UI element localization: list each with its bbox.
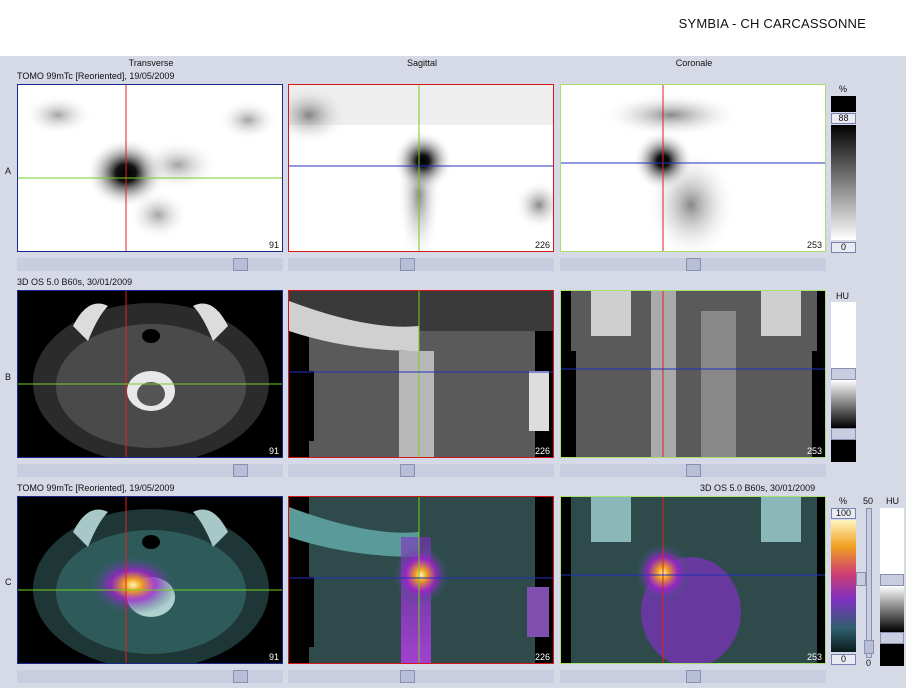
- fusion-sagittal-image: [289, 497, 553, 663]
- colorbar-b-top: [831, 302, 856, 368]
- row-c-label: C: [5, 577, 12, 587]
- viewport-c-sagittal[interactable]: 226: [288, 496, 554, 664]
- scrollbar-b-coronal[interactable]: [560, 464, 826, 477]
- site-label: SYMBIA - CH CARCASSONNE: [678, 16, 866, 31]
- colorbar-a-max[interactable]: 88: [831, 113, 856, 124]
- colorbar-b-window-lower[interactable]: [831, 428, 856, 440]
- scrollbar-b-transverse[interactable]: [17, 464, 283, 477]
- scrollbar-c-coronal[interactable]: [560, 670, 826, 683]
- colorbar-c-hu-value: 50: [863, 496, 874, 506]
- colorbar-b-window-upper[interactable]: [831, 368, 856, 380]
- colorbar-c-hu-window-lower[interactable]: [880, 632, 904, 644]
- column-header-coronal: Coronale: [675, 58, 713, 68]
- scrollbar-a-coronal[interactable]: [560, 258, 826, 271]
- row-b-info: 3D OS 5.0 B60s, 30/01/2009: [17, 277, 133, 287]
- viewport-b-sagittal[interactable]: 226: [288, 290, 554, 458]
- blend-slider-thumb[interactable]: [864, 640, 874, 654]
- colorbar-c-min[interactable]: 0: [831, 654, 856, 665]
- colorbar-a-min[interactable]: 0: [831, 242, 856, 253]
- scrollbar-c-transverse[interactable]: [17, 670, 283, 683]
- slice-number: 226: [534, 446, 550, 456]
- scrollbar-c-sagittal[interactable]: [288, 670, 554, 683]
- colorbar-c-hu-top: [880, 508, 904, 574]
- spect-transverse-image: [18, 85, 282, 251]
- column-header-sagittal: Sagittal: [406, 58, 438, 68]
- colorbar-c-hu-bottom: [880, 644, 904, 666]
- viewport-b-coronal[interactable]: 253: [560, 290, 826, 458]
- viewport-a-transverse[interactable]: 91: [17, 84, 283, 252]
- slice-number: 226: [534, 652, 550, 662]
- colorbar-a-gradient: [831, 125, 856, 240]
- scroll-thumb[interactable]: [686, 670, 701, 683]
- scroll-thumb[interactable]: [233, 258, 248, 271]
- colorbar-b-bottom: [831, 440, 856, 462]
- slice-number: 91: [268, 652, 279, 662]
- colorbar-c-hu-min: 0: [866, 658, 872, 668]
- scroll-thumb[interactable]: [400, 464, 415, 477]
- colorbar-c-hu-gradient: [880, 586, 904, 632]
- row-c-info-left: TOMO 99mTc [Reoriented], 19/05/2009: [17, 483, 175, 493]
- scrollbar-a-sagittal[interactable]: [288, 258, 554, 271]
- title-bar: SYMBIA - CH CARCASSONNE: [0, 0, 906, 56]
- viewport-a-coronal[interactable]: 253: [560, 84, 826, 252]
- colorbar-c-hu-window-upper[interactable]: [880, 574, 904, 586]
- ct-coronal-image: [561, 291, 825, 457]
- scroll-thumb[interactable]: [233, 464, 248, 477]
- colorbar-a-top: [831, 96, 856, 112]
- scrollbar-a-transverse[interactable]: [17, 258, 283, 271]
- row-a-label: A: [5, 166, 12, 176]
- fusion-coronal-image: [561, 497, 825, 663]
- scroll-thumb[interactable]: [233, 670, 248, 683]
- colorbar-c-gradient: [831, 520, 856, 652]
- colorbar-c-pct-unit: %: [839, 496, 848, 506]
- viewport-b-transverse[interactable]: 91: [17, 290, 283, 458]
- scroll-thumb[interactable]: [686, 464, 701, 477]
- colorbar-b-unit: HU: [836, 291, 849, 301]
- slice-number: 253: [806, 446, 822, 456]
- viewport-c-coronal[interactable]: 253: [560, 496, 826, 664]
- scroll-thumb[interactable]: [686, 258, 701, 271]
- ct-transverse-image: [18, 291, 282, 457]
- colorbar-b-gradient: [831, 380, 856, 428]
- column-header-transverse: Transverse: [128, 58, 174, 68]
- row-b-label: B: [5, 372, 12, 382]
- blend-slider-track[interactable]: [866, 508, 872, 658]
- spect-sagittal-image: [289, 85, 553, 251]
- fusion-transverse-image: [18, 497, 282, 663]
- colorbar-a-unit: %: [839, 84, 848, 94]
- scrollbar-b-sagittal[interactable]: [288, 464, 554, 477]
- slice-number: 253: [806, 240, 822, 250]
- ct-sagittal-image: [289, 291, 553, 457]
- slice-number: 91: [268, 240, 279, 250]
- row-a-info: TOMO 99mTc [Reoriented], 19/05/2009: [17, 71, 175, 81]
- viewport-a-sagittal[interactable]: 226: [288, 84, 554, 252]
- viewport-c-transverse[interactable]: 91: [17, 496, 283, 664]
- spect-coronal-image: [561, 85, 825, 251]
- colorbar-c-max[interactable]: 100: [831, 508, 856, 519]
- slice-number: 226: [534, 240, 550, 250]
- slice-number: 91: [268, 446, 279, 456]
- slice-number: 253: [806, 652, 822, 662]
- row-c-info-right: 3D OS 5.0 B60s, 30/01/2009: [700, 483, 816, 493]
- scroll-thumb[interactable]: [400, 258, 415, 271]
- colorbar-c-slider[interactable]: [856, 572, 866, 586]
- scroll-thumb[interactable]: [400, 670, 415, 683]
- colorbar-c-hu-unit: HU: [886, 496, 899, 506]
